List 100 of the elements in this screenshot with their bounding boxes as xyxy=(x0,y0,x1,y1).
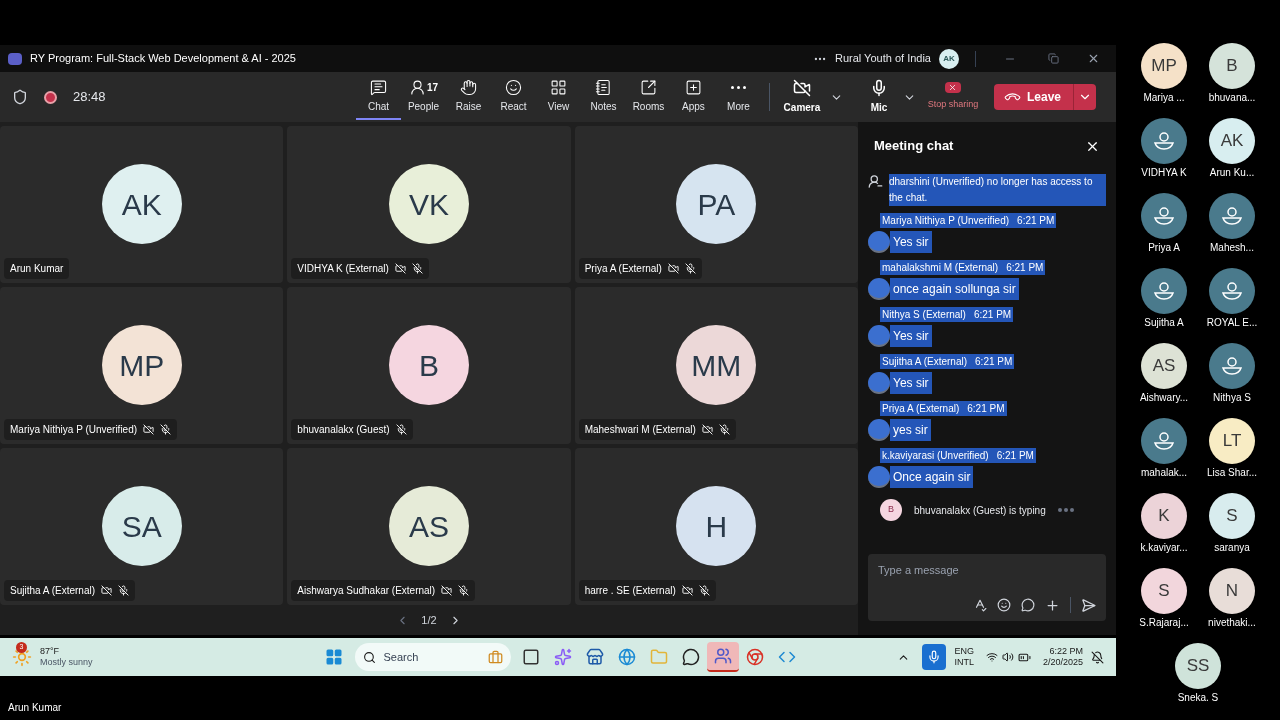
participant-avatar[interactable]: AS xyxy=(1141,343,1187,389)
participant-avatar[interactable]: S xyxy=(1209,493,1255,539)
taskbar-search[interactable]: Search xyxy=(354,643,511,671)
raise-toolbar-button[interactable]: Raise xyxy=(445,74,491,120)
participant-avatar[interactable] xyxy=(1141,418,1187,464)
system-message: dharshini (Unverified) no longer has access to the chat. xyxy=(889,174,1106,206)
participant-avatar[interactable]: MP xyxy=(1141,43,1187,89)
avatar: H xyxy=(676,486,757,566)
participant-name: k.kaviyar... xyxy=(1140,541,1188,555)
sticker-icon[interactable] xyxy=(1021,598,1035,612)
message-input[interactable]: Type a message xyxy=(868,554,1106,621)
stop-sharing-button[interactable]: Stop sharing xyxy=(919,82,986,112)
weather-temperature: 87°F xyxy=(40,646,61,657)
camera-off-icon xyxy=(681,585,693,596)
view-toolbar-button[interactable]: View xyxy=(535,74,581,120)
participant-avatar[interactable] xyxy=(1209,193,1255,239)
person-icon xyxy=(1153,282,1175,300)
send-icon[interactable] xyxy=(1081,597,1096,613)
hand-icon xyxy=(459,78,477,96)
message-time: 6:21 PM xyxy=(973,308,1012,322)
person-icon xyxy=(1153,132,1175,150)
participant-avatar[interactable] xyxy=(1141,118,1187,164)
participant-name: nivethaki... xyxy=(1208,616,1256,630)
person-icon xyxy=(1153,207,1175,225)
participant-name: ROYAL E... xyxy=(1206,316,1258,330)
participant-name: Sujitha A (External) xyxy=(10,584,96,598)
participant-name: Mariya ... xyxy=(1143,91,1185,105)
restore-icon[interactable] xyxy=(1048,53,1059,64)
people-toolbar-button[interactable]: 17 People xyxy=(400,74,446,120)
add-icon[interactable] xyxy=(1045,597,1060,613)
avatar: B xyxy=(389,325,469,405)
message-field[interactable]: Type a message xyxy=(878,562,1096,579)
notes-toolbar-button[interactable]: Notes xyxy=(580,74,626,120)
chat-toolbar-button[interactable]: Chat xyxy=(355,74,401,120)
clock-date: 2/20/2025 xyxy=(1042,657,1083,668)
participant-avatar[interactable] xyxy=(1209,343,1255,389)
message-time: 6:21 PM xyxy=(996,449,1034,463)
close-icon[interactable] xyxy=(1087,52,1100,65)
people-icon xyxy=(713,647,732,665)
mic-button[interactable]: Mic xyxy=(858,79,899,115)
react-toolbar-button[interactable]: React xyxy=(490,74,536,120)
windows-start-icon[interactable] xyxy=(324,648,343,666)
avatar: SA xyxy=(101,486,182,566)
format-icon[interactable] xyxy=(973,598,987,612)
briefcase-icon xyxy=(487,649,503,665)
language-indicator[interactable]: ENG xyxy=(954,646,974,657)
more-toolbar-button[interactable]: More xyxy=(715,74,761,120)
participant-name: Arun Ku... xyxy=(1209,166,1255,180)
message-text: Yes sir xyxy=(890,325,932,347)
mic-off-icon xyxy=(395,424,407,435)
participant-name: VIDHYA K (External) xyxy=(297,262,389,276)
camera-off-icon xyxy=(143,424,155,435)
volume-icon[interactable] xyxy=(1001,651,1014,663)
sender-avatar xyxy=(868,419,890,441)
participant-avatar[interactable]: LT xyxy=(1209,418,1255,464)
participant-avatar[interactable] xyxy=(1209,268,1255,314)
participant-name: Priya A xyxy=(1148,241,1180,255)
account-avatar[interactable]: AK xyxy=(939,48,959,69)
stop-share-icon xyxy=(944,82,961,94)
page-indicator: 1/2 xyxy=(421,612,437,628)
camera-off-icon xyxy=(792,79,811,97)
camera-button[interactable]: Camera xyxy=(777,79,826,115)
typing-dots-icon xyxy=(1057,508,1074,512)
bell-icon[interactable] xyxy=(1091,650,1104,664)
participant-avatar[interactable]: B xyxy=(1209,43,1255,89)
people-count: 17 xyxy=(426,80,439,95)
globe-icon xyxy=(617,648,636,666)
chat-bubble-icon xyxy=(681,648,700,666)
participant-avatar[interactable]: S xyxy=(1141,568,1187,614)
wifi-icon[interactable] xyxy=(985,651,998,663)
mic-off-icon xyxy=(698,585,710,596)
person-icon xyxy=(1221,357,1243,375)
participant-name: Arun Kumar xyxy=(10,262,64,276)
sun-icon xyxy=(12,647,32,667)
participant-avatar[interactable]: N xyxy=(1209,568,1255,614)
mic-off-icon xyxy=(458,585,470,596)
camera-off-icon xyxy=(667,263,679,274)
organization-name: Rural Youth of India xyxy=(834,51,931,67)
typing-indicator: bhuvanalakx (Guest) is typing xyxy=(914,503,1046,518)
person-removed-icon xyxy=(868,174,883,189)
rooms-toolbar-button[interactable]: Rooms xyxy=(625,74,671,120)
message-text: Yes sir xyxy=(890,372,932,394)
participant-avatar[interactable]: K xyxy=(1141,493,1187,539)
message-text: Once again sir xyxy=(890,466,974,488)
participant-name: harre . SE (External) xyxy=(584,584,676,598)
participant-name: saranya xyxy=(1214,541,1250,555)
sparkles-icon xyxy=(553,648,572,666)
participant-avatar[interactable]: SS xyxy=(1175,643,1221,689)
participant-avatar[interactable] xyxy=(1141,193,1187,239)
emoji-icon[interactable] xyxy=(997,598,1011,612)
language-indicator[interactable]: INTL xyxy=(954,657,974,668)
participant-avatar[interactable]: AK xyxy=(1209,118,1255,164)
sender-avatar xyxy=(868,278,890,300)
participant-avatar[interactable] xyxy=(1141,268,1187,314)
message-time: 6:21 PM xyxy=(1017,214,1055,228)
mic-off-icon xyxy=(411,263,423,274)
microphone-indicator[interactable] xyxy=(922,644,947,670)
apps-toolbar-button[interactable]: Apps xyxy=(670,74,716,120)
participant-name: Nithya S xyxy=(1213,391,1251,405)
person-icon xyxy=(1221,282,1243,300)
